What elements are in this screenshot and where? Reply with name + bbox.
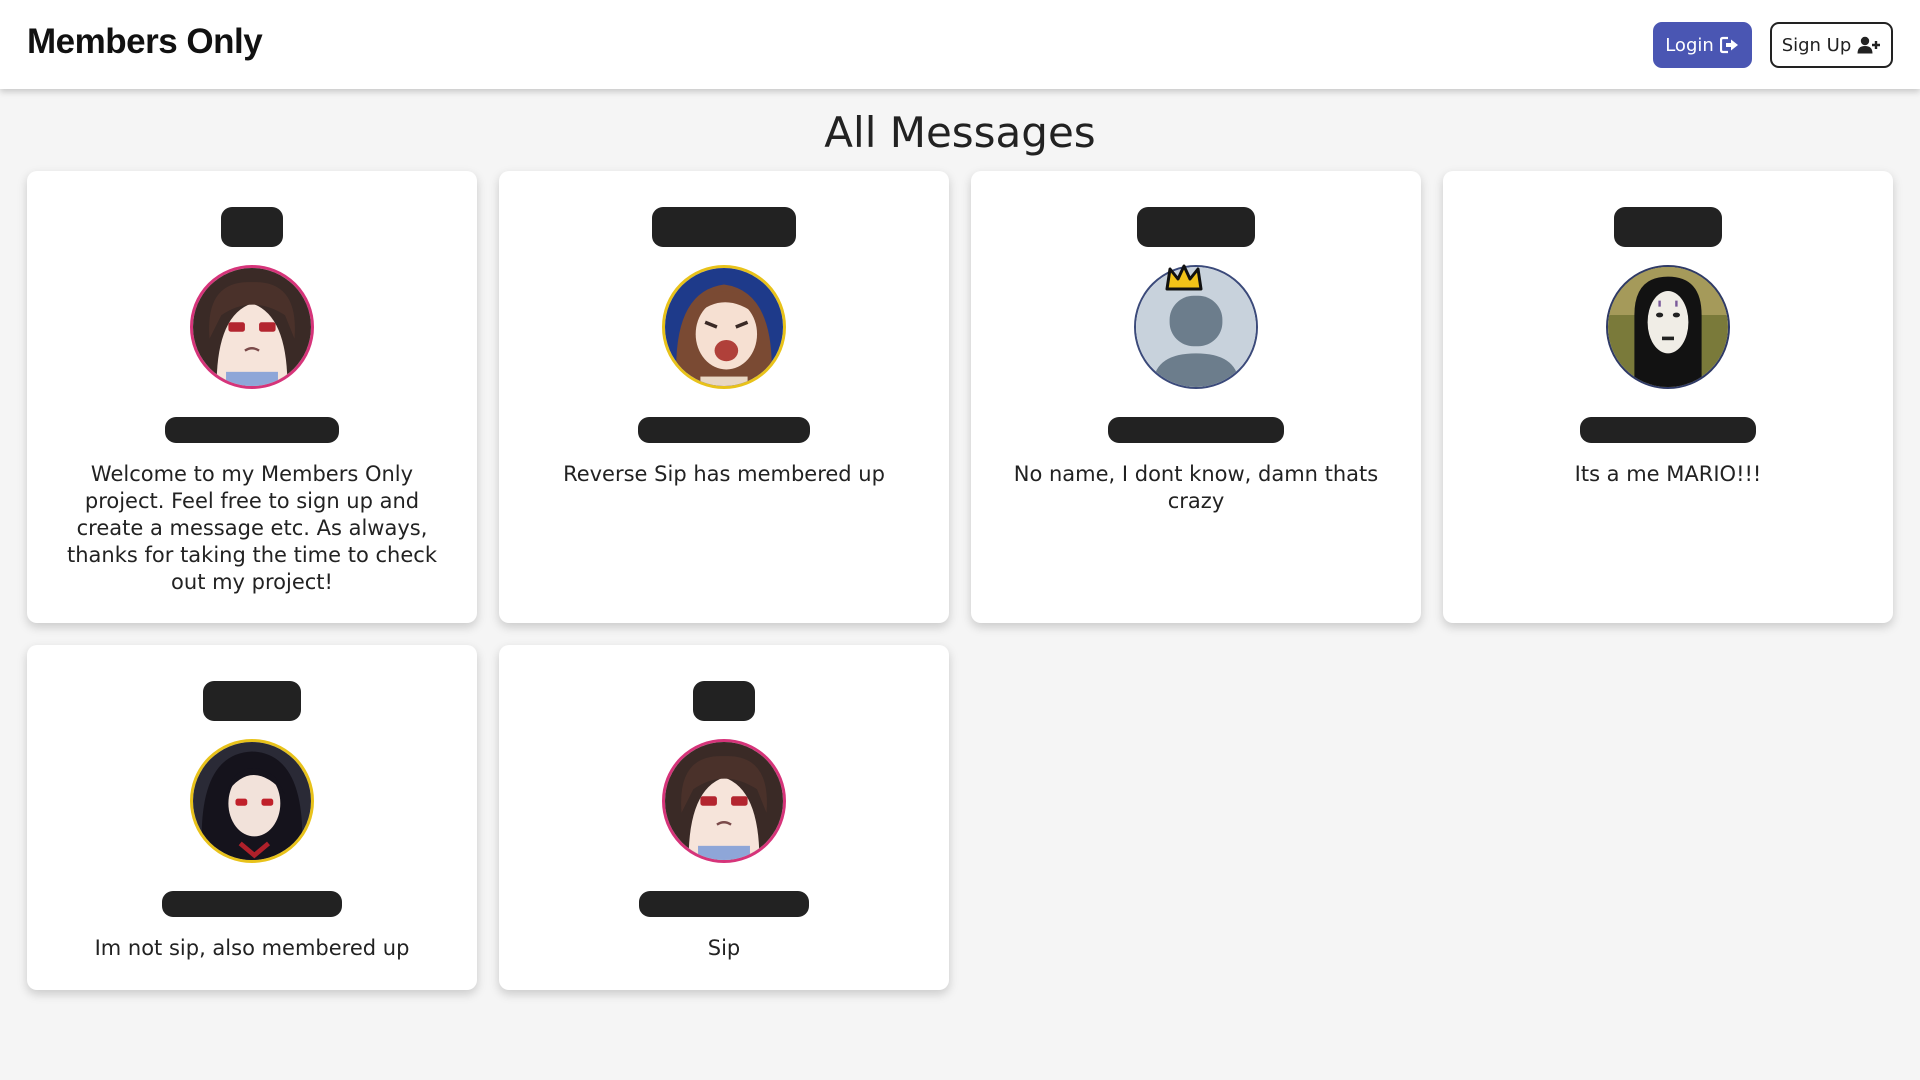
avatar	[662, 739, 786, 863]
message-text: Its a me MARIO!!!	[1574, 462, 1762, 486]
redacted-author-name	[638, 417, 810, 443]
redacted-author-name	[639, 891, 809, 917]
redacted-author-title	[1614, 207, 1722, 247]
message-text: Sip	[707, 936, 741, 960]
navbar: Members Only Login Sign Up	[0, 0, 1920, 89]
message-card: Its a me MARIO!!!	[1443, 171, 1893, 623]
sign-in-icon	[1719, 36, 1740, 54]
message-text: No name, I dont know, damn thats crazy	[1013, 462, 1379, 513]
redacted-author-title	[1137, 207, 1255, 247]
message-card: No name, I dont know, damn thats crazy	[971, 171, 1421, 623]
message-text: Reverse Sip has membered up	[563, 462, 885, 486]
redacted-author-title	[693, 681, 755, 721]
login-button[interactable]: Login	[1653, 22, 1752, 68]
avatar	[190, 739, 314, 863]
user-plus-icon	[1857, 36, 1881, 54]
page-title: All Messages	[824, 108, 1096, 157]
redacted-author-title	[652, 207, 796, 247]
no-face-mask-avatar-icon	[1608, 267, 1728, 387]
message-text: Im not sip, also membered up	[94, 936, 410, 960]
brand-title[interactable]: Members Only	[27, 22, 263, 62]
crown-icon	[1165, 264, 1203, 291]
anime-girl-avatar-icon	[193, 268, 311, 386]
avatar	[1606, 265, 1730, 389]
redacted-author-title	[203, 681, 301, 721]
redacted-author-title	[221, 207, 283, 247]
message-card: Sip	[499, 645, 949, 990]
redacted-author-name	[165, 417, 339, 443]
redacted-author-name	[162, 891, 342, 917]
message-text: Welcome to my Members Only project. Feel…	[67, 462, 437, 594]
avatar	[662, 265, 786, 389]
anime-girl-avatar-icon	[665, 742, 783, 860]
avatar	[1134, 264, 1258, 389]
redacted-author-name	[1580, 417, 1756, 443]
signup-label: Sign Up	[1781, 34, 1852, 56]
redacted-author-name	[1108, 417, 1284, 443]
avatar	[190, 265, 314, 389]
message-card: Welcome to my Members Only project. Feel…	[27, 171, 477, 623]
anime-girl-yelling-avatar-icon	[665, 268, 783, 386]
anime-girl-dark-hair-avatar-icon	[193, 742, 311, 860]
login-label: Login	[1665, 34, 1714, 56]
message-card: Im not sip, also membered up	[27, 645, 477, 990]
signup-button[interactable]: Sign Up	[1770, 22, 1893, 68]
message-card: Reverse Sip has membered up	[499, 171, 949, 623]
